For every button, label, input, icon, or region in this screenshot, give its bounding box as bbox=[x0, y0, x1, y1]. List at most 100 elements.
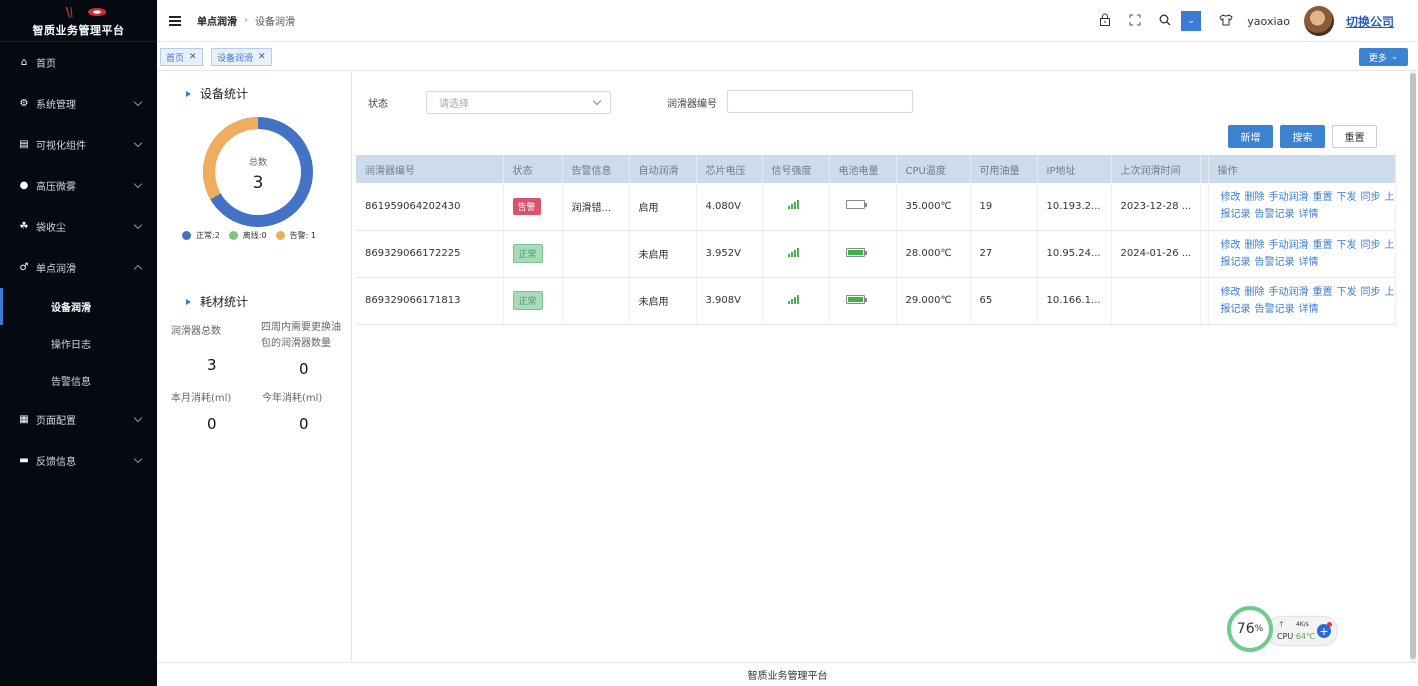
add-button[interactable]: 新增 bbox=[1228, 125, 1273, 148]
op-link[interactable]: 下发 bbox=[1337, 287, 1357, 298]
lubricator-table: 润滑器编号 状态 告警信息 自动润滑 芯片电压 信号强度 电池电量 CPU温度 … bbox=[356, 155, 1396, 325]
year-consumption-value: 0 bbox=[299, 415, 309, 433]
op-link[interactable]: 重置 bbox=[1313, 240, 1333, 251]
app-logo[interactable]: 智质业务管理平台 bbox=[0, 0, 157, 42]
dust-icon: ☘ bbox=[19, 221, 29, 232]
table-row[interactable]: 861959064202430 告警 润滑错... 启用 4.080V 35.000℃ 19… bbox=[356, 183, 1396, 231]
lock-icon[interactable] bbox=[1099, 13, 1111, 29]
sidebar-item-lubrication[interactable]: ♂ 单点润滑 bbox=[0, 247, 157, 288]
search-button[interactable]: 搜索 bbox=[1280, 125, 1325, 148]
table-header[interactable]: 告警信息 bbox=[562, 155, 630, 183]
table-header[interactable]: 电池电量 bbox=[829, 155, 897, 183]
cell-text: 未启用 bbox=[638, 297, 669, 308]
sidebar-subitem-alarm-info[interactable]: 告警信息 bbox=[0, 362, 157, 399]
cell-actions: 修改 删除 手动润滑 重置 下发 同步 上报记录 告警记录 详情 bbox=[1208, 183, 1396, 231]
signal-icon bbox=[787, 294, 800, 304]
switch-company-link[interactable]: 切换公司 bbox=[1346, 13, 1394, 30]
table-row[interactable]: 869329066171813 正常 未启用 3.908V 29.000℃ 65 10.16… bbox=[356, 277, 1396, 325]
table-header[interactable]: 上次润滑时间 bbox=[1111, 155, 1201, 183]
sidebar-item-feedback[interactable]: ▬ 反馈信息 bbox=[0, 440, 157, 481]
page-scrollbar[interactable] bbox=[1410, 71, 1416, 662]
table-row[interactable]: 869329066172225 正常 未启用 3.952V 28.000℃ 27 10.95… bbox=[356, 230, 1396, 278]
op-link[interactable]: 告警记录 bbox=[1255, 304, 1295, 315]
menu-toggle-icon[interactable] bbox=[169, 15, 181, 26]
cell-text: 10.95.24... bbox=[1046, 248, 1101, 259]
op-link[interactable]: 详情 bbox=[1299, 304, 1319, 315]
status-badge: 正常 bbox=[512, 244, 543, 263]
scrollbar-thumb[interactable] bbox=[1410, 73, 1416, 659]
cpu-monitor-widget[interactable]: ↑ 4K/s CPU 64℃ + 76% bbox=[1227, 606, 1339, 652]
cpu-usage-ring: 76% bbox=[1227, 606, 1273, 652]
legend-dot bbox=[182, 231, 191, 240]
sidebar-item-visual[interactable]: ▤ 可视化组件 bbox=[0, 124, 157, 165]
logo-icon bbox=[65, 5, 106, 18]
close-icon[interactable]: ✕ bbox=[189, 52, 197, 62]
op-link[interactable]: 同步 bbox=[1361, 240, 1381, 251]
tab-device-lubrication[interactable]: 设备润滑 ✕ bbox=[211, 48, 272, 66]
theme-shirt-icon[interactable] bbox=[1219, 13, 1233, 29]
cell-actions: 修改 删除 手动润滑 重置 下发 同步 上报记录 告警记录 详情 bbox=[1208, 277, 1396, 325]
sidebar-item-system[interactable]: ⚙ 系统管理 bbox=[0, 83, 157, 124]
op-link[interactable]: 详情 bbox=[1299, 257, 1319, 268]
year-consumption-label: 今年消耗(ml) bbox=[262, 393, 323, 404]
sidebar-subitem-device-lubrication[interactable]: 设备润滑 bbox=[0, 288, 157, 325]
op-link[interactable]: 修改 bbox=[1221, 287, 1241, 298]
table-header[interactable]: 润滑器编号 bbox=[356, 155, 504, 183]
legend-label: 正常:2 bbox=[196, 231, 220, 240]
sidebar-item-home[interactable]: ⌂ 首页 bbox=[0, 42, 157, 83]
op-link[interactable]: 修改 bbox=[1221, 240, 1241, 251]
op-link[interactable]: 详情 bbox=[1299, 209, 1319, 220]
lubricator-code-input[interactable] bbox=[727, 90, 913, 113]
status-badge: 正常 bbox=[512, 291, 543, 310]
table-header[interactable]: 可用油量 bbox=[970, 155, 1038, 183]
cell-text: 65 bbox=[979, 295, 993, 306]
signal-icon bbox=[787, 247, 800, 257]
reset-button[interactable]: 重置 bbox=[1332, 125, 1377, 148]
op-link[interactable]: 同步 bbox=[1361, 287, 1381, 298]
sidebar-item-dust[interactable]: ☘ 袋收尘 bbox=[0, 206, 157, 247]
op-link[interactable]: 下发 bbox=[1337, 240, 1357, 251]
avatar[interactable] bbox=[1303, 6, 1334, 36]
sidebar-item-mist[interactable]: ● 高压微雾 bbox=[0, 165, 157, 206]
op-link[interactable]: 重置 bbox=[1313, 287, 1333, 298]
cell-last-lubrication bbox=[1111, 277, 1201, 325]
table-header[interactable]: IP地址 bbox=[1037, 155, 1112, 183]
fullscreen-icon[interactable] bbox=[1129, 14, 1141, 29]
op-link[interactable]: 手动润滑 bbox=[1269, 192, 1309, 203]
sidebar-subitem-operation-log[interactable]: 操作日志 bbox=[0, 325, 157, 362]
table-header[interactable]: 自动润滑 bbox=[629, 155, 697, 183]
table-header[interactable]: CPU温度 bbox=[896, 155, 971, 183]
table-header[interactable]: 芯片电压 bbox=[696, 155, 763, 183]
more-button[interactable]: 更多 ⌄ bbox=[1359, 48, 1408, 66]
search-icon[interactable] bbox=[1159, 14, 1171, 29]
close-icon[interactable]: ✕ bbox=[258, 52, 266, 62]
footer: 智质业务管理平台 bbox=[157, 662, 1418, 686]
op-link[interactable]: 告警记录 bbox=[1255, 257, 1295, 268]
op-link[interactable]: 告警记录 bbox=[1255, 209, 1295, 220]
op-link[interactable]: 删除 bbox=[1245, 192, 1265, 203]
tab-label: 首页 bbox=[166, 53, 185, 64]
op-link[interactable]: 下发 bbox=[1337, 192, 1357, 203]
op-link[interactable]: 手动润滑 bbox=[1269, 240, 1309, 251]
caret-right-icon bbox=[186, 298, 191, 305]
op-link[interactable]: 删除 bbox=[1245, 287, 1265, 298]
device-stats-title: 设备统计 bbox=[186, 85, 248, 102]
cell-text: 869329066172225 bbox=[365, 248, 461, 259]
dropdown-toggle-icon[interactable]: ⌄ bbox=[1181, 11, 1202, 31]
status-select[interactable]: 请选择 bbox=[426, 91, 611, 114]
table-header[interactable]: 状态 bbox=[503, 155, 563, 183]
chevron-down-icon bbox=[133, 413, 143, 423]
op-link[interactable]: 删除 bbox=[1245, 240, 1265, 251]
tab-home[interactable]: 首页 ✕ bbox=[160, 48, 203, 66]
cell-alarm bbox=[562, 277, 630, 325]
op-link[interactable]: 修改 bbox=[1221, 192, 1241, 203]
op-link[interactable]: 重置 bbox=[1313, 192, 1333, 203]
cell-signal bbox=[762, 230, 830, 278]
op-link[interactable]: 同步 bbox=[1361, 192, 1381, 203]
breadcrumb-item[interactable]: 单点润滑 bbox=[197, 13, 237, 28]
op-link[interactable]: 手动润滑 bbox=[1269, 287, 1309, 298]
table-header[interactable]: 信号强度 bbox=[762, 155, 830, 183]
username[interactable]: yaoxiao bbox=[1247, 15, 1290, 28]
cell-signal bbox=[762, 183, 830, 231]
sidebar-item-page-config[interactable]: ▦ 页面配置 bbox=[0, 399, 157, 440]
